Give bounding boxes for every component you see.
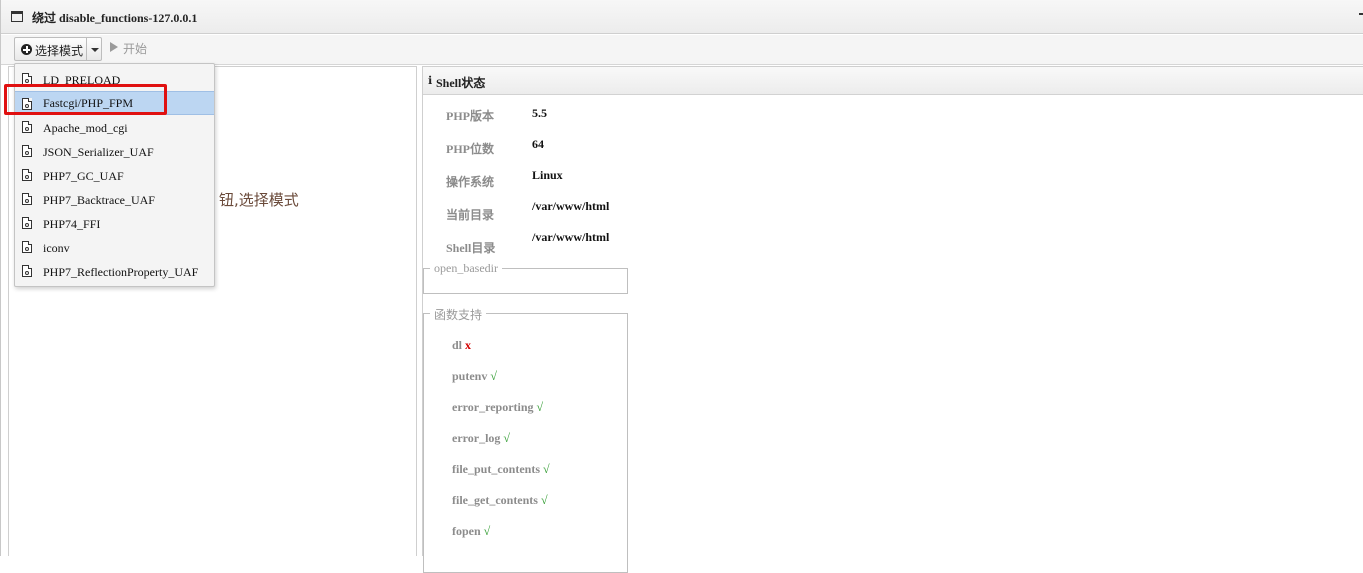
status-row-os: 操作系统 Linux [423, 168, 1023, 193]
supported-mark: √ [543, 462, 550, 476]
function-name: fopen [452, 524, 481, 538]
menu-item-label: PHP7_ReflectionProperty_UAF [43, 265, 199, 279]
select-mode-label: 选择模式 [35, 44, 84, 58]
file-code-icon [22, 217, 32, 229]
panel-title: Shell状态 [436, 76, 486, 90]
status-key: 操作系统 [446, 175, 495, 189]
menu-item-php74-ffi[interactable]: PHP74_FFI [15, 211, 214, 235]
menu-item-json-serializer-uaf[interactable]: JSON_Serializer_UAF [15, 139, 214, 163]
menu-item-label: JSON_Serializer_UAF [43, 145, 154, 159]
status-row-current-dir: 当前目录 /var/www/html [423, 199, 1023, 226]
function-item-putenv: putenv √ [452, 369, 497, 384]
panel-header: ℹ Shell状态 [423, 67, 1363, 95]
status-key: 当前目录 [446, 208, 495, 222]
file-code-icon [22, 241, 32, 253]
open-basedir-legend: open_basedir [430, 261, 502, 276]
function-item-fopen: fopen √ [452, 524, 490, 539]
status-value: 64 [532, 137, 544, 151]
menu-item-php7-reflectionproperty-uaf[interactable]: PHP7_ReflectionProperty_UAF [15, 259, 214, 283]
play-icon [110, 42, 118, 52]
supported-mark: √ [540, 493, 548, 507]
bypass-window: 绕过 disable_functions-127.0.0.1 选择模式 开始 钮… [0, 0, 1363, 573]
menu-item-label: PHP7_GC_UAF [43, 169, 124, 183]
function-item-error-log: error_log √ [452, 431, 510, 446]
select-mode-button[interactable]: 选择模式 [14, 37, 102, 61]
menu-item-php7-gc-uaf[interactable]: PHP7_GC_UAF [15, 163, 214, 187]
status-row-shell-dir: Shell目录 /var/www/html [423, 230, 1023, 259]
status-value: 5.5 [532, 106, 547, 120]
menu-item-iconv[interactable]: iconv [15, 235, 214, 259]
function-item-file-get-contents: file_get_contents √ [452, 493, 548, 508]
selection-highlight-box [4, 84, 167, 115]
file-code-icon [22, 145, 32, 157]
menu-item-label: iconv [43, 241, 70, 255]
file-code-icon [22, 265, 32, 277]
status-value: /var/www/html [532, 230, 610, 244]
supported-mark: √ [483, 524, 491, 538]
status-key: PHP版本 [446, 109, 494, 123]
status-row-php-version: PHP版本 5.5 [423, 106, 1023, 127]
status-row-php-bits: PHP位数 64 [423, 137, 1023, 160]
status-value: Linux [532, 168, 563, 182]
minimize-icon[interactable] [1359, 13, 1363, 15]
supported-mark: √ [490, 369, 497, 383]
function-item-dl: dl x [452, 338, 471, 353]
menu-item-label: Apache_mod_cgi [43, 121, 128, 135]
open-basedir-fieldset: open_basedir [423, 261, 628, 294]
split-divider [86, 38, 87, 60]
file-code-icon [22, 193, 32, 205]
supported-mark: √ [503, 431, 511, 445]
menu-item-label: PHP74_FFI [43, 217, 101, 231]
window-title: 绕过 disable_functions-127.0.0.1 [32, 11, 198, 25]
mode-hint-text: 钮,选择模式 [219, 191, 299, 209]
function-support-legend: 函数支持 [430, 306, 487, 323]
function-item-error-reporting: error_reporting √ [452, 400, 543, 415]
start-label: 开始 [123, 42, 148, 56]
function-item-file-put-contents: file_put_contents √ [452, 462, 550, 477]
function-support-fieldset: 函数支持 dl x putenv √ error_reporting √ err… [423, 306, 628, 573]
plus-circle-icon [21, 44, 32, 55]
supported-mark: √ [536, 400, 544, 414]
title-bar: 绕过 disable_functions-127.0.0.1 [1, 0, 1363, 34]
shell-status-panel: ℹ Shell状态 PHP版本 5.5 PHP位数 64 操作系统 Linux … [422, 66, 1363, 573]
toolbar: 选择模式 开始 [1, 35, 1363, 65]
menu-item-label: PHP7_Backtrace_UAF [43, 193, 155, 207]
info-icon: ℹ [428, 74, 433, 87]
unsupported-mark: x [465, 338, 472, 352]
function-name: dl [452, 338, 463, 352]
status-key: PHP位数 [446, 142, 494, 156]
file-code-icon [22, 169, 32, 181]
status-value: /var/www/html [532, 199, 610, 213]
function-name: file_put_contents [452, 462, 540, 476]
menu-item-php7-backtrace-uaf[interactable]: PHP7_Backtrace_UAF [15, 187, 214, 211]
status-key: Shell目录 [446, 241, 496, 255]
function-name: file_get_contents [452, 493, 538, 507]
function-name: error_log [452, 431, 501, 445]
function-name: putenv [452, 369, 488, 383]
file-code-icon [22, 121, 32, 133]
menu-item-apache-mod-cgi[interactable]: Apache_mod_cgi [15, 115, 214, 139]
window-icon [11, 11, 23, 22]
chevron-down-icon[interactable] [91, 48, 99, 52]
function-name: error_reporting [452, 400, 534, 414]
